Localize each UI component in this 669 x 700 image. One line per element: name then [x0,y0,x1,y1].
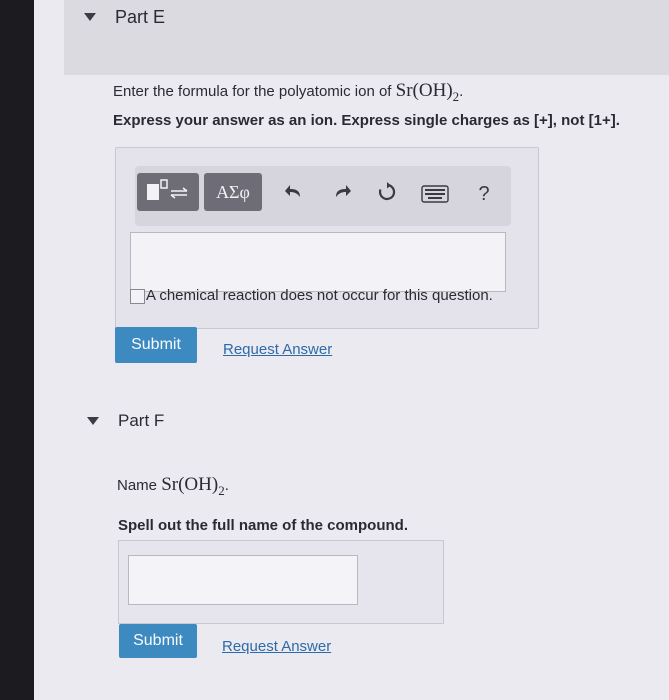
part-f-prompt-text: Name [117,477,162,494]
part-e-request-answer-link[interactable]: Request Answer [223,341,332,358]
part-e-submit-button[interactable]: Submit [115,327,197,363]
greek-symbols-button[interactable]: ΑΣφ [204,173,262,211]
collapse-caret-icon[interactable] [87,417,99,425]
part-f-title: Part F [118,411,165,430]
no-reaction-checkbox[interactable] [130,289,145,304]
formula-period: . [459,83,464,100]
part-f-request-answer-link[interactable]: Request Answer [222,638,331,655]
name-answer-input[interactable] [128,555,358,605]
formula-main: Sr(OH) [161,474,219,495]
part-f-instruction-text: Spell out the full name of the compound. [118,517,408,534]
part-e-prompt: Enter the formula for the polyatomic ion… [113,80,463,105]
keyboard-icon[interactable] [419,183,451,205]
templates-icon [145,178,191,207]
monitor-bezel [0,0,34,700]
part-e-instruction-text: Express your answer as an ion. Express s… [113,112,620,129]
part-f-instruction: Spell out the full name of the compound. [118,517,408,534]
formula-answer-input[interactable] [130,232,506,292]
undo-icon[interactable] [280,178,308,206]
reset-icon[interactable] [373,178,401,206]
collapse-caret-icon[interactable] [84,13,96,21]
no-reaction-checkbox-label: A chemical reaction does not occur for t… [146,287,493,304]
formula-period: . [224,477,229,494]
part-e-instruction: Express your answer as an ion. Express s… [113,112,620,129]
part-f-formula: Sr(OH)2 [161,474,225,498]
templates-button[interactable] [137,173,199,211]
part-f-prompt: Name Sr(OH)2. [117,474,229,499]
part-e-prompt-text: Enter the formula for the polyatomic ion… [113,83,396,100]
redo-icon[interactable] [328,178,356,206]
part-e-formula: Sr(OH)2 [395,80,460,104]
help-icon[interactable]: ? [472,180,496,208]
part-f-submit-button[interactable]: Submit [119,624,197,658]
part-e-title: Part E [115,7,166,27]
formula-main: Sr(OH) [395,80,453,101]
